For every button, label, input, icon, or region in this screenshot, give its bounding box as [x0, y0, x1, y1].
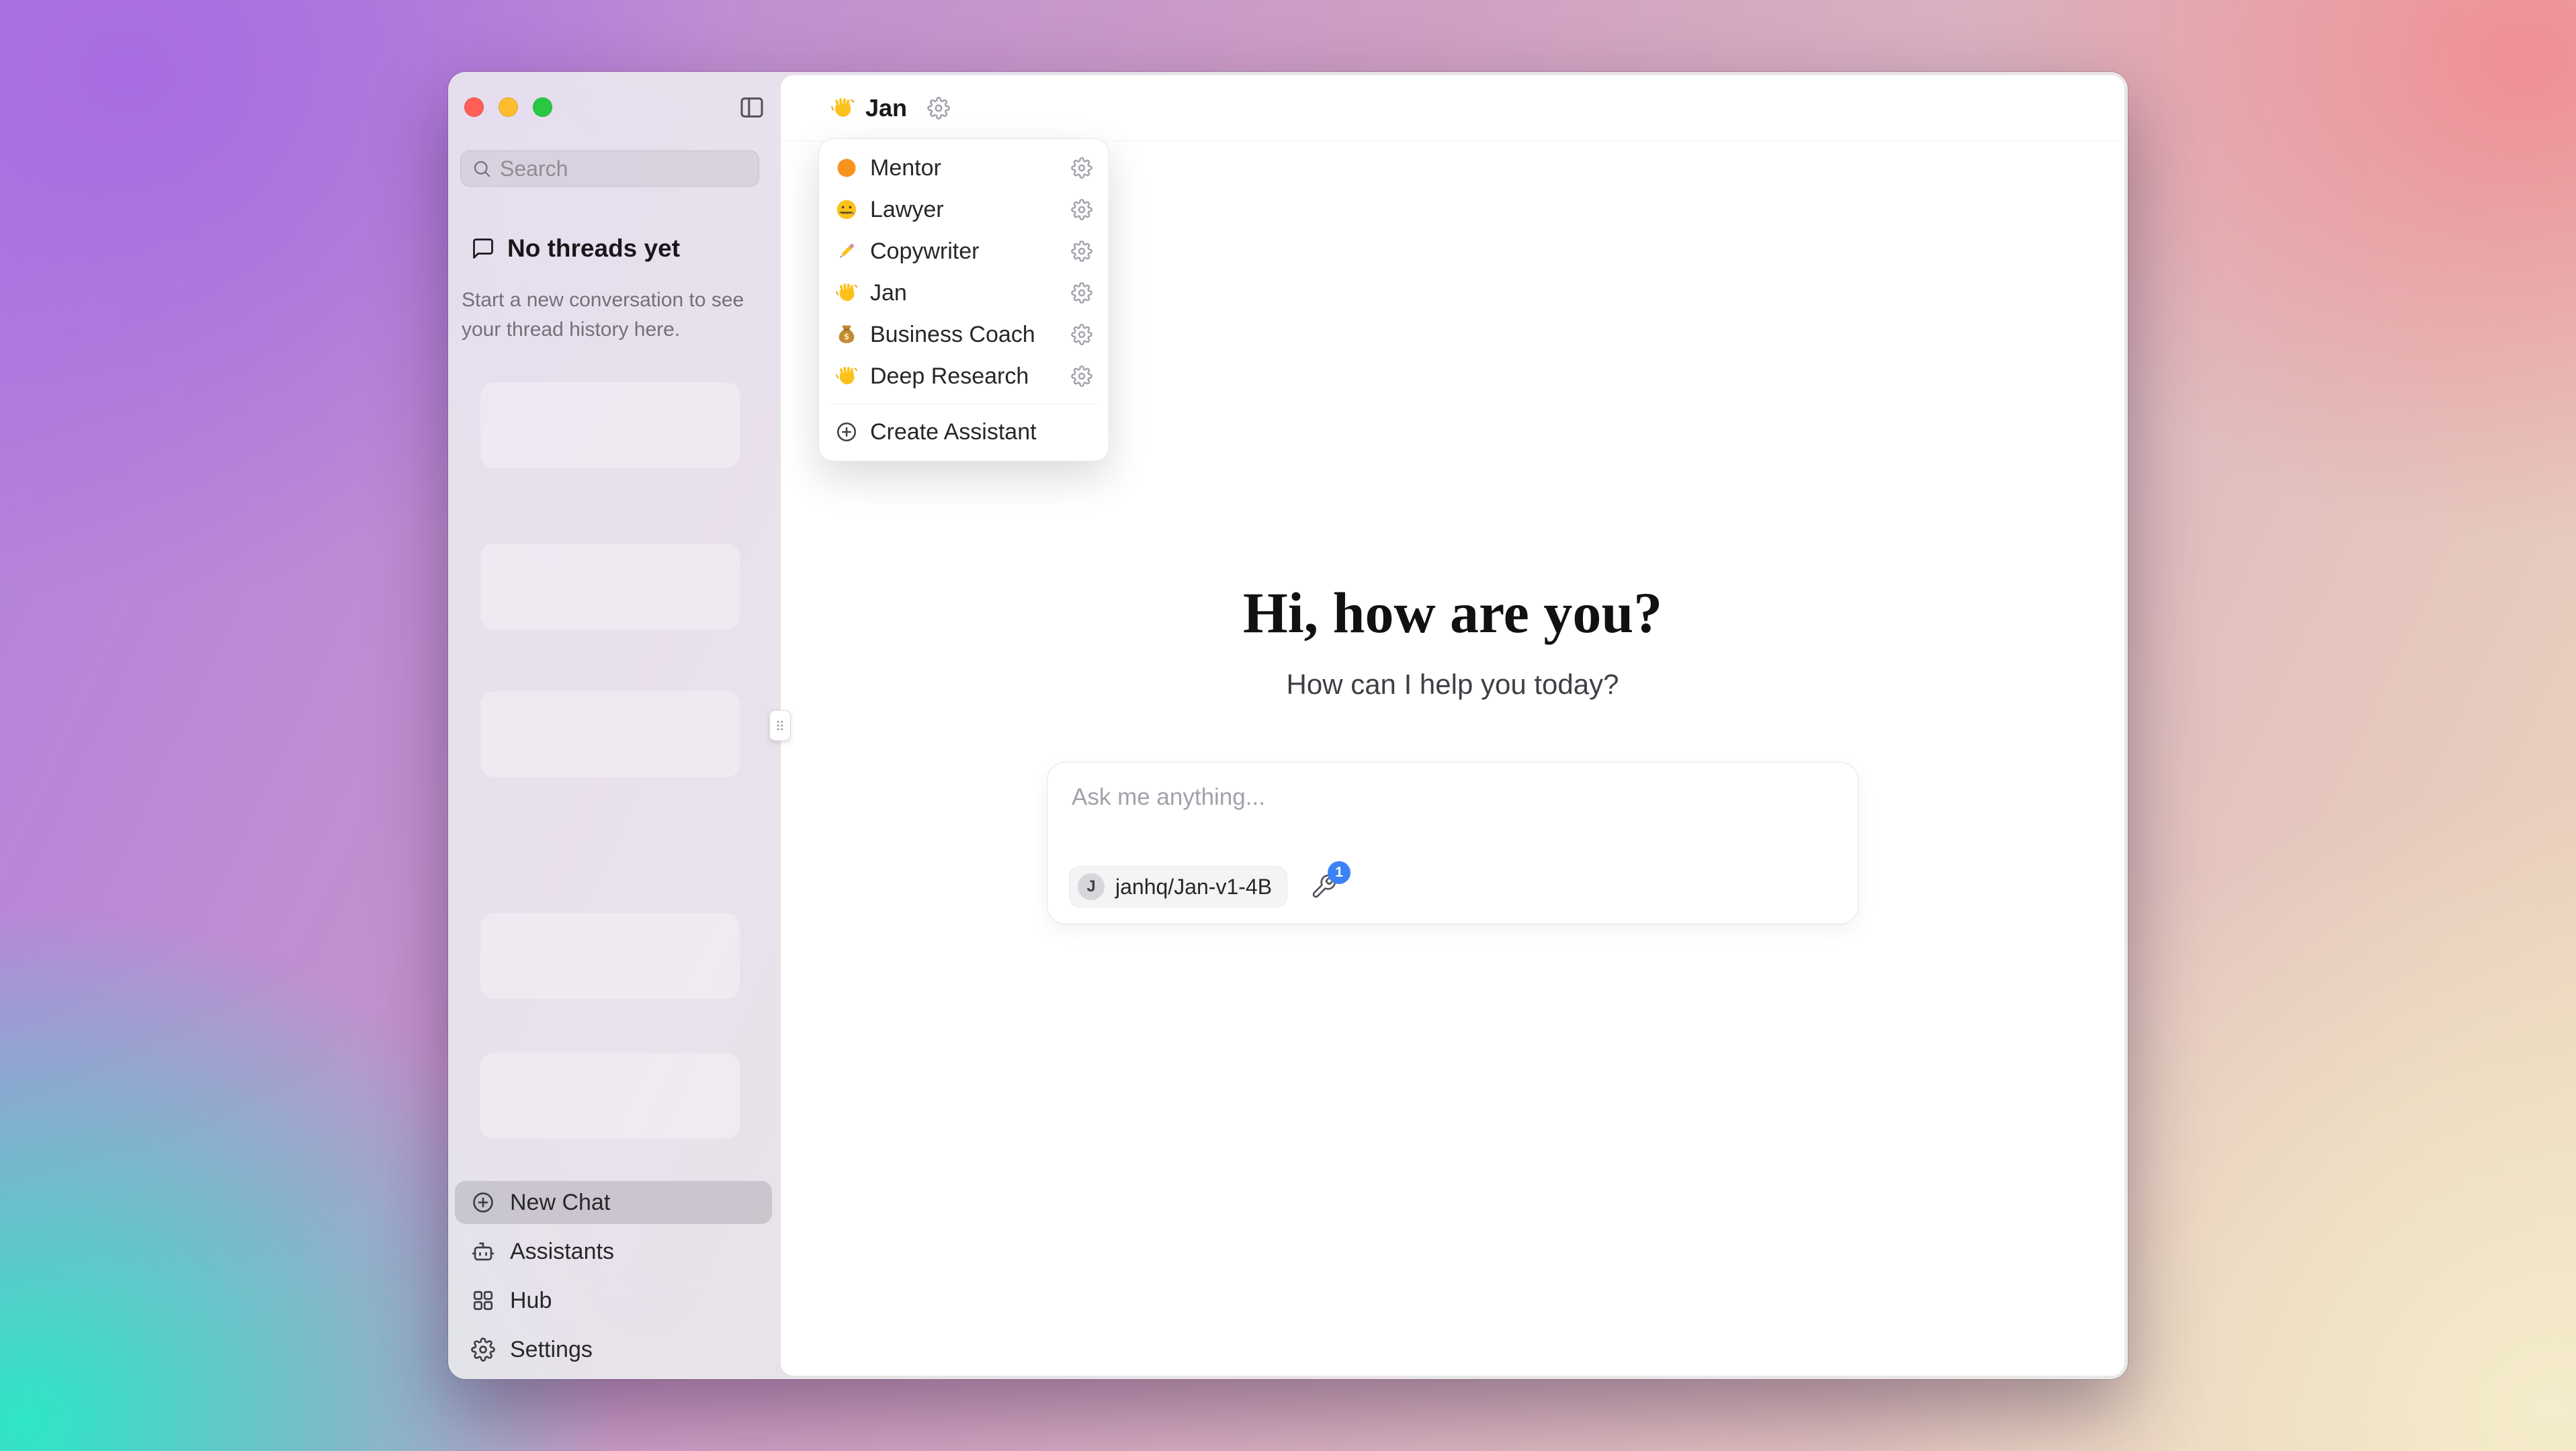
thread-placeholder: [480, 382, 740, 468]
chat-bubble-icon: [471, 236, 495, 261]
app-window: No threads yet Start a new conversation …: [448, 72, 2128, 1379]
thread-placeholder: [480, 1053, 740, 1139]
nav-label: Assistants: [510, 1239, 614, 1265]
nav-label: Hub: [510, 1288, 552, 1314]
sidebar-resize-handle[interactable]: [769, 710, 791, 741]
gear-icon[interactable]: [1071, 157, 1092, 179]
pencil-emoji-icon: [835, 240, 858, 263]
assistant-selector-button[interactable]: Jan: [830, 94, 950, 122]
wave-emoji-icon: [835, 365, 858, 388]
chat-input[interactable]: [1047, 762, 1858, 843]
orange-circle-emoji-icon: [835, 157, 858, 179]
menu-item-label: Jan: [870, 280, 907, 306]
menu-item-deep-research[interactable]: Deep Research: [826, 355, 1102, 397]
gear-icon: [471, 1337, 495, 1362]
greeting-title: Hi, how are you?: [781, 582, 2124, 643]
menu-item-label: Copywriter: [870, 238, 979, 265]
search-icon: [472, 159, 492, 179]
main-header: Jan: [781, 75, 2124, 141]
sidebar-nav: New Chat Assistants Hub Settings: [455, 1181, 772, 1371]
empty-state-title: No threads yet: [507, 234, 680, 263]
gear-icon[interactable]: [1071, 282, 1092, 304]
gear-icon[interactable]: [1071, 324, 1092, 345]
zoom-window-button[interactable]: [533, 97, 552, 117]
empty-state-description: Start a new conversation to see your thr…: [462, 285, 750, 344]
greeting: Hi, how are you? How can I help you toda…: [781, 582, 2124, 701]
menu-item-label: Mentor: [870, 155, 941, 181]
gear-icon[interactable]: [1071, 240, 1092, 262]
menu-item-business-coach[interactable]: $ Business Coach: [826, 314, 1102, 355]
search-box[interactable]: [460, 150, 759, 187]
empty-state-header: No threads yet: [471, 234, 680, 263]
zipper-mouth-emoji-icon: [835, 198, 858, 221]
assistant-settings-gear-icon[interactable]: [927, 97, 950, 120]
thread-placeholder: [480, 691, 740, 777]
menu-item-label: Business Coach: [870, 322, 1035, 348]
sidebar-item-assistants[interactable]: Assistants: [455, 1230, 772, 1273]
plus-circle-icon: [835, 421, 858, 443]
window-controls: [464, 97, 552, 117]
nav-label: New Chat: [510, 1190, 610, 1216]
greeting-subtitle: How can I help you today?: [781, 668, 2124, 701]
sidebar: No threads yet Start a new conversation …: [448, 72, 780, 1379]
menu-item-label: Deep Research: [870, 363, 1029, 390]
assistant-menu: Mentor Lawyer Copywriter Jan $ Business …: [818, 138, 1109, 461]
nav-label: Settings: [510, 1337, 593, 1363]
wave-emoji-icon: [830, 96, 855, 120]
menu-item-copywriter[interactable]: Copywriter: [826, 230, 1102, 272]
menu-item-mentor[interactable]: Mentor: [826, 147, 1102, 189]
create-assistant-label: Create Assistant: [870, 419, 1037, 445]
sidebar-item-settings[interactable]: Settings: [455, 1328, 772, 1371]
tools-button[interactable]: 1: [1310, 873, 1337, 900]
money-bag-emoji-icon: $: [835, 323, 858, 346]
wave-emoji-icon: [835, 281, 858, 304]
model-name: janhq/Jan-v1-4B: [1115, 875, 1272, 899]
model-selector[interactable]: J janhq/Jan-v1-4B: [1069, 866, 1287, 908]
composer-toolbar: J janhq/Jan-v1-4B 1: [1069, 866, 1337, 908]
create-assistant-button[interactable]: Create Assistant: [826, 411, 1102, 453]
assistant-name: Jan: [865, 94, 907, 122]
tools-count-badge: 1: [1328, 861, 1350, 884]
sidebar-item-new-chat[interactable]: New Chat: [455, 1181, 772, 1224]
menu-item-jan[interactable]: Jan: [826, 272, 1102, 314]
gear-icon[interactable]: [1071, 365, 1092, 387]
close-window-button[interactable]: [464, 97, 484, 117]
thread-placeholder: [480, 913, 740, 999]
sidebar-toggle-icon[interactable]: [738, 94, 765, 121]
chat-composer: J janhq/Jan-v1-4B 1: [1047, 762, 1858, 924]
grid-icon: [471, 1288, 495, 1313]
menu-item-label: Lawyer: [870, 197, 944, 223]
sidebar-item-hub[interactable]: Hub: [455, 1279, 772, 1322]
svg-text:$: $: [844, 332, 849, 341]
plus-circle-icon: [471, 1190, 495, 1215]
search-input[interactable]: [500, 157, 748, 181]
gear-icon[interactable]: [1071, 199, 1092, 220]
bot-icon: [471, 1239, 495, 1264]
menu-item-lawyer[interactable]: Lawyer: [826, 189, 1102, 230]
model-avatar: J: [1078, 873, 1105, 900]
main-panel: Jan Mentor Lawyer Copywriter: [780, 75, 2125, 1376]
thread-placeholder: [480, 543, 740, 629]
minimize-window-button[interactable]: [499, 97, 518, 117]
